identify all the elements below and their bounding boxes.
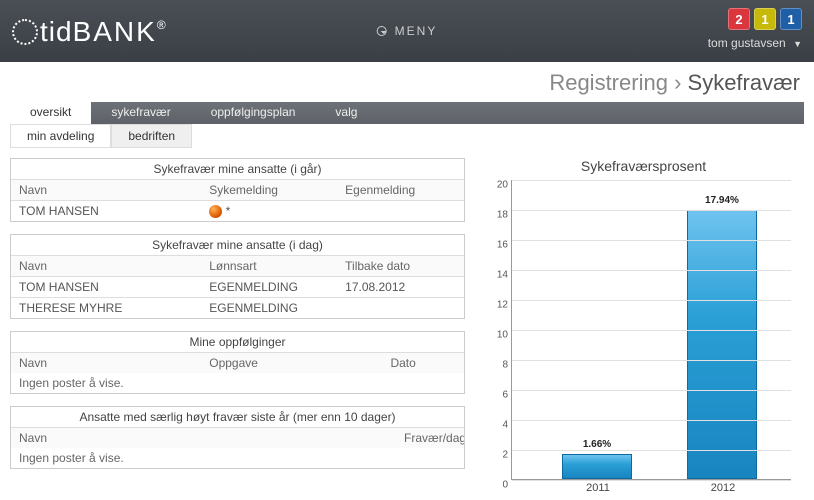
panel-title: Sykefravær mine ansatte (i går): [11, 159, 464, 179]
col-navn: Navn: [11, 428, 396, 449]
chart-bar[interactable]: 1.66%2011: [562, 454, 632, 479]
x-tick: 2011: [563, 482, 633, 494]
y-tick: 4: [488, 420, 508, 431]
breadcrumb-parent[interactable]: Registrering: [549, 70, 668, 95]
tab-valg[interactable]: valg: [315, 102, 377, 124]
panel-title: Mine oppfølginger: [11, 332, 464, 352]
cell-navn: THERESE MYHRE: [11, 298, 201, 319]
y-tick: 14: [488, 270, 508, 281]
logo-registered: ®: [157, 18, 166, 32]
tab-oppfolgingsplan[interactable]: oppfølgingsplan: [191, 102, 316, 124]
col-egenmelding: Egenmelding: [337, 180, 464, 201]
user-menu[interactable]: tom gustavsen ▼: [708, 36, 802, 50]
tab-sykefravaer[interactable]: sykefravær: [91, 102, 190, 124]
user-name: tom gustavsen: [708, 36, 786, 50]
y-tick: 2: [488, 450, 508, 461]
empty-message: Ingen poster å vise.: [11, 373, 464, 393]
cell-navn: TOM HANSEN: [11, 277, 201, 298]
y-tick: 10: [488, 330, 508, 341]
bar-value-label: 17.94%: [688, 195, 756, 206]
chart-bar[interactable]: 17.94%2012: [687, 210, 757, 479]
col-fravaer: Fravær/dager: [396, 428, 464, 449]
y-tick: 12: [488, 300, 508, 311]
badge-blue[interactable]: 1: [780, 8, 802, 30]
col-sykemelding: Sykemelding: [201, 180, 337, 201]
status-dot-icon: [209, 205, 222, 218]
panel-yesterday: Sykefravær mine ansatte (i går) Navn Syk…: [10, 158, 465, 222]
col-navn: Navn: [11, 180, 201, 201]
menu-label: MENY: [395, 24, 438, 38]
logo: tid BANK ®: [12, 15, 166, 48]
menu-button[interactable]: MENY: [377, 24, 438, 38]
y-tick: 8: [488, 360, 508, 371]
logo-text-bank: BANK: [73, 16, 157, 48]
chart-panel: Sykefraværsprosent 1.66%201117.94%2012 0…: [483, 158, 804, 481]
panel-today: Sykefravær mine ansatte (i dag) Navn Løn…: [10, 234, 465, 319]
notification-badges: 2 1 1: [728, 8, 802, 30]
caret-down-icon: ▼: [793, 39, 802, 49]
table-header-row: Navn Lønnsart Tilbake dato: [11, 256, 464, 277]
col-navn: Navn: [11, 256, 201, 277]
breadcrumb: Registrering › Sykefravær: [0, 62, 814, 102]
y-tick: 16: [488, 240, 508, 251]
cell-navn: TOM HANSEN: [11, 201, 201, 222]
col-lonnsart: Lønnsart: [201, 256, 337, 277]
cell-lonnsart: EGENMELDING: [201, 277, 337, 298]
chevron-down-icon: [377, 26, 387, 36]
bar-value-label: 1.66%: [563, 439, 631, 450]
badge-yellow[interactable]: 1: [754, 8, 776, 30]
panel-high-absence: Ansatte med særlig høyt fravær siste år …: [10, 406, 465, 469]
col-tilbake: Tilbake dato: [337, 256, 464, 277]
cell-lonnsart: EGENMELDING: [201, 298, 337, 319]
cell-dato: 17.08.2012: [337, 277, 464, 298]
col-oppgave: Oppgave: [201, 353, 382, 374]
subtab-bedriften[interactable]: bedriften: [111, 124, 192, 148]
table-row[interactable]: THERESE MYHRE EGENMELDING: [11, 298, 464, 319]
y-tick: 18: [488, 210, 508, 221]
main-tabs: oversikt sykefravær oppfølgingsplan valg: [10, 102, 804, 124]
table-header-row: Navn Oppgave Dato: [11, 353, 464, 374]
y-tick: 20: [488, 180, 508, 191]
panel-title: Ansatte med særlig høyt fravær siste år …: [11, 407, 464, 427]
table-row[interactable]: TOM HANSEN EGENMELDING 17.08.2012: [11, 277, 464, 298]
status-suffix: *: [226, 204, 231, 218]
panel-title: Sykefravær mine ansatte (i dag): [11, 235, 464, 255]
y-tick: 6: [488, 390, 508, 401]
x-tick: 2012: [688, 482, 758, 494]
empty-message: Ingen poster å vise.: [11, 448, 464, 468]
cell-egenmelding: [337, 201, 464, 222]
breadcrumb-separator: ›: [674, 70, 687, 95]
top-bar: tid BANK ® MENY 2 1 1 tom gustavsen ▼: [0, 0, 814, 62]
tab-oversikt[interactable]: oversikt: [10, 102, 91, 124]
panel-followups: Mine oppfølginger Navn Oppgave Dato Inge…: [10, 331, 465, 394]
table-row[interactable]: TOM HANSEN *: [11, 201, 464, 222]
table-header-row: Navn Fravær/dager: [11, 428, 464, 449]
bar-chart: 1.66%201117.94%2012 02468101214161820: [511, 180, 791, 480]
y-tick: 0: [488, 480, 508, 491]
col-dato: Dato: [382, 353, 464, 374]
chart-title: Sykefraværsprosent: [483, 158, 804, 174]
col-navn: Navn: [11, 353, 201, 374]
badge-red[interactable]: 2: [728, 8, 750, 30]
cell-sykemelding: *: [201, 201, 337, 222]
sub-tabs: min avdeling bedriften: [10, 124, 804, 148]
cell-dato: [337, 298, 464, 319]
breadcrumb-current: Sykefravær: [688, 70, 800, 95]
subtab-min-avdeling[interactable]: min avdeling: [10, 124, 111, 148]
logo-icon: [12, 19, 38, 45]
logo-text-tid: tid: [40, 16, 73, 48]
table-header-row: Navn Sykemelding Egenmelding: [11, 180, 464, 201]
